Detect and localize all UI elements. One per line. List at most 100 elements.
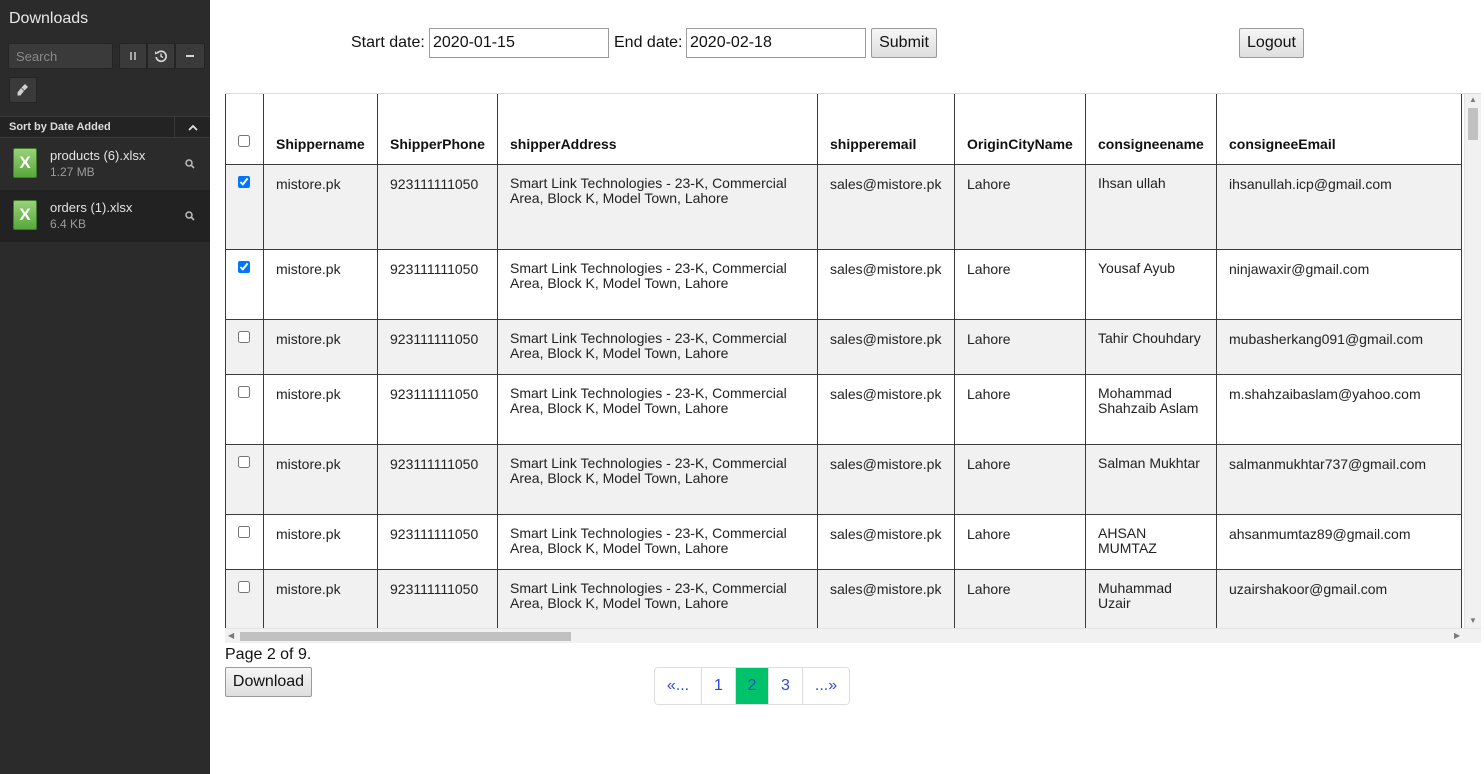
consignee-email-cell: ahsanmumtaz89@gmail.com	[1216, 514, 1462, 570]
row-select-checkbox[interactable]	[238, 385, 250, 398]
horizontal-scroll-thumb[interactable]	[240, 632, 571, 641]
shipper-name-cell: mistore.pk	[263, 164, 378, 250]
end-date-label: End date:	[614, 34, 683, 51]
origin-city-cell: Lahore	[954, 249, 1086, 320]
row-select-checkbox[interactable]	[238, 175, 250, 188]
row-select-cell	[225, 249, 264, 320]
shipper-email-cell: sales@mistore.pk	[817, 444, 955, 515]
horizontal-scrollbar[interactable]: ◀ ▶	[225, 628, 1481, 643]
clear-button[interactable]	[175, 43, 205, 69]
consignee-name-cell: Yousaf Ayub	[1085, 249, 1217, 320]
row-select-checkbox[interactable]	[238, 580, 250, 593]
shipper-email-cell: sales@mistore.pk	[817, 514, 955, 570]
shipper-email-cell: sales@mistore.pk	[817, 249, 955, 320]
table-row[interactable]: mistore.pk 923111111050 Smart Link Technol…	[225, 514, 1462, 570]
row-select-checkbox[interactable]	[238, 455, 250, 468]
scroll-up-arrow-icon[interactable]: ▲	[1469, 96, 1477, 104]
download-item[interactable]: X products (6).xlsx 1.27 MB	[0, 138, 210, 190]
consignee-email-cell: ihsanullah.icp@gmail.com	[1216, 164, 1462, 250]
shipper-phone-cell: 923111111050	[377, 319, 498, 375]
shipper-name-cell: mistore.pk	[263, 249, 378, 320]
shipper-phone-cell: 923111111050	[377, 374, 498, 445]
row-select-cell	[225, 374, 264, 445]
pagination: «... 1 2 3...»	[654, 667, 850, 705]
submit-button[interactable]: Submit	[871, 28, 937, 58]
shipper-name-cell: mistore.pk	[263, 319, 378, 375]
pagination-next[interactable]: ...»	[803, 668, 849, 704]
show-in-folder-icon[interactable]	[183, 157, 197, 171]
scroll-down-arrow-icon[interactable]: ▼	[1469, 617, 1477, 625]
column-header[interactable]: shipperAddress	[497, 94, 818, 165]
scroll-right-arrow-icon[interactable]: ▶	[1454, 632, 1460, 640]
shipper-email-cell: sales@mistore.pk	[817, 164, 955, 250]
orders-table-container[interactable]: Shippername ShipperPhone shipperAddress …	[225, 93, 1481, 643]
table-row[interactable]: mistore.pk 923111111050 Smart Link Technol…	[225, 249, 1462, 320]
shipper-address-cell: Smart Link Technologies - 23-K, Commerci…	[497, 249, 818, 320]
shipper-phone-cell: 923111111050	[377, 164, 498, 250]
excel-file-icon: X	[13, 200, 37, 230]
clean-button[interactable]	[9, 77, 37, 103]
consignee-name-cell: Mohammad Shahzaib Aslam	[1085, 374, 1217, 445]
pause-button[interactable]	[119, 43, 147, 69]
shipper-address-cell: Smart Link Technologies - 23-K, Commerci…	[497, 164, 818, 250]
table-row[interactable]: mistore.pk 923111111050 Smart Link Technol…	[225, 164, 1462, 250]
row-select-checkbox[interactable]	[238, 330, 250, 343]
column-header[interactable]: ShipperPhone	[377, 94, 498, 165]
consignee-email-cell: ninjawaxir@gmail.com	[1216, 249, 1462, 320]
consignee-name-cell: Tahir Chouhdary	[1085, 319, 1217, 375]
column-header[interactable]: shipperemail	[817, 94, 955, 165]
scroll-left-arrow-icon[interactable]: ◀	[228, 632, 234, 640]
shipper-email-cell: sales@mistore.pk	[817, 319, 955, 375]
vertical-scroll-thumb[interactable]	[1468, 108, 1478, 140]
column-header[interactable]: OriginCityName	[954, 94, 1086, 165]
history-icon	[155, 50, 167, 63]
column-header[interactable]: Shippername	[263, 94, 378, 165]
start-date-input[interactable]	[429, 28, 609, 58]
end-date-input[interactable]	[686, 28, 866, 58]
table-row[interactable]: mistore.pk 923111111050 Smart Link Technol…	[225, 444, 1462, 515]
shipper-name-cell: mistore.pk	[263, 514, 378, 570]
pagination-page[interactable]: 1	[702, 668, 736, 704]
logout-button[interactable]: Logout	[1239, 28, 1304, 58]
pagination-page[interactable]: 2	[736, 668, 769, 704]
download-item-size: 6.4 KB	[50, 217, 87, 231]
show-in-folder-icon[interactable]	[183, 209, 197, 223]
origin-city-cell: Lahore	[954, 319, 1086, 375]
sort-bar[interactable]: Sort by Date Added	[0, 116, 210, 138]
shipper-address-cell: Smart Link Technologies - 23-K, Commerci…	[497, 374, 818, 445]
row-select-checkbox[interactable]	[238, 525, 250, 538]
sort-toggle-button[interactable]	[174, 117, 210, 137]
shipper-address-cell: Smart Link Technologies - 23-K, Commerci…	[497, 514, 818, 570]
consignee-email-cell: salmanmukhtar737@gmail.com	[1216, 444, 1462, 515]
shipper-phone-cell: 923111111050	[377, 249, 498, 320]
orders-table: Shippername ShipperPhone shipperAddress …	[225, 94, 1462, 640]
minus-icon	[186, 55, 194, 57]
vertical-scrollbar[interactable]: ▲ ▼	[1464, 94, 1481, 628]
origin-city-cell: Lahore	[954, 514, 1086, 570]
download-item-name: orders (1).xlsx	[50, 200, 133, 215]
shipper-email-cell: sales@mistore.pk	[817, 374, 955, 445]
shipper-name-cell: mistore.pk	[263, 444, 378, 515]
download-item-size: 1.27 MB	[50, 165, 95, 179]
chevron-up-icon	[187, 124, 198, 131]
table-row[interactable]: mistore.pk 923111111050 Smart Link Technol…	[225, 374, 1462, 445]
row-select-checkbox[interactable]	[238, 260, 250, 273]
pagination-prev[interactable]: «...	[655, 668, 702, 704]
shipper-phone-cell: 923111111050	[377, 444, 498, 515]
downloads-search-input[interactable]	[8, 43, 113, 69]
page-info: Page 2 of 9.	[225, 646, 312, 663]
retry-button[interactable]	[147, 43, 175, 69]
download-item-name: products (6).xlsx	[50, 148, 146, 163]
row-select-cell	[225, 164, 264, 250]
select-all-cell	[225, 94, 264, 165]
download-item[interactable]: X orders (1).xlsx 6.4 KB	[0, 190, 210, 242]
table-row[interactable]: mistore.pk 923111111050 Smart Link Technol…	[225, 319, 1462, 375]
column-header[interactable]: consigneename	[1085, 94, 1217, 165]
origin-city-cell: Lahore	[954, 374, 1086, 445]
row-select-cell	[225, 444, 264, 515]
origin-city-cell: Lahore	[954, 164, 1086, 250]
pagination-page[interactable]: 3	[769, 668, 803, 704]
select-all-checkbox[interactable]	[238, 134, 250, 147]
download-button[interactable]: Download	[225, 667, 312, 697]
column-header[interactable]: consigneeEmail	[1216, 94, 1462, 165]
